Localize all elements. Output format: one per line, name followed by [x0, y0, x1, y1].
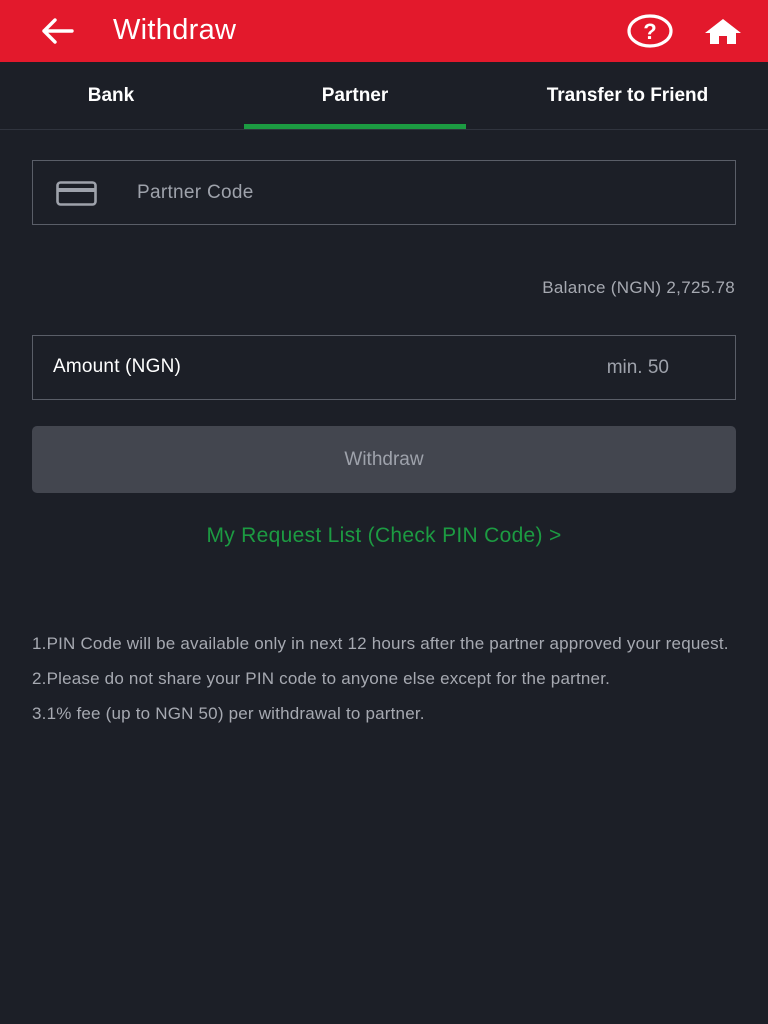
withdraw-notes: 1.PIN Code will be available only in nex…	[32, 632, 732, 737]
home-button[interactable]	[699, 10, 747, 52]
svg-text:?: ?	[643, 19, 656, 44]
top-app-bar: Withdraw ?	[0, 0, 768, 62]
active-tab-indicator	[244, 124, 466, 129]
my-request-list-link[interactable]: My Request List (Check PIN Code) >	[0, 524, 768, 548]
tab-bank[interactable]: Bank	[0, 62, 222, 130]
home-icon	[705, 19, 741, 44]
note-item: 3.1% fee (up to NGN 50) per withdrawal t…	[32, 704, 425, 723]
withdraw-method-tabs: Bank Partner Transfer to Friend	[0, 62, 768, 130]
amount-field[interactable]: Amount (NGN)	[32, 335, 736, 400]
amount-input[interactable]	[263, 336, 669, 399]
note-item: 2.Please do not share your PIN code to a…	[32, 669, 611, 688]
partner-code-field[interactable]	[32, 160, 736, 225]
back-button[interactable]	[30, 10, 86, 52]
amount-label: Amount (NGN)	[53, 356, 182, 377]
credit-card-icon	[56, 181, 97, 206]
partner-code-input[interactable]	[137, 161, 717, 224]
tab-transfer-to-friend[interactable]: Transfer to Friend	[500, 62, 755, 130]
balance-text: Balance (NGN) 2,725.78	[542, 278, 735, 297]
question-circle-icon: ?	[627, 14, 673, 48]
tab-partner[interactable]: Partner	[244, 62, 466, 130]
page-title: Withdraw	[113, 14, 237, 46]
withdraw-button[interactable]: Withdraw	[32, 426, 736, 493]
arrow-left-icon	[42, 18, 74, 44]
note-item: 1.PIN Code will be available only in nex…	[32, 634, 729, 653]
help-button[interactable]: ?	[626, 10, 674, 52]
